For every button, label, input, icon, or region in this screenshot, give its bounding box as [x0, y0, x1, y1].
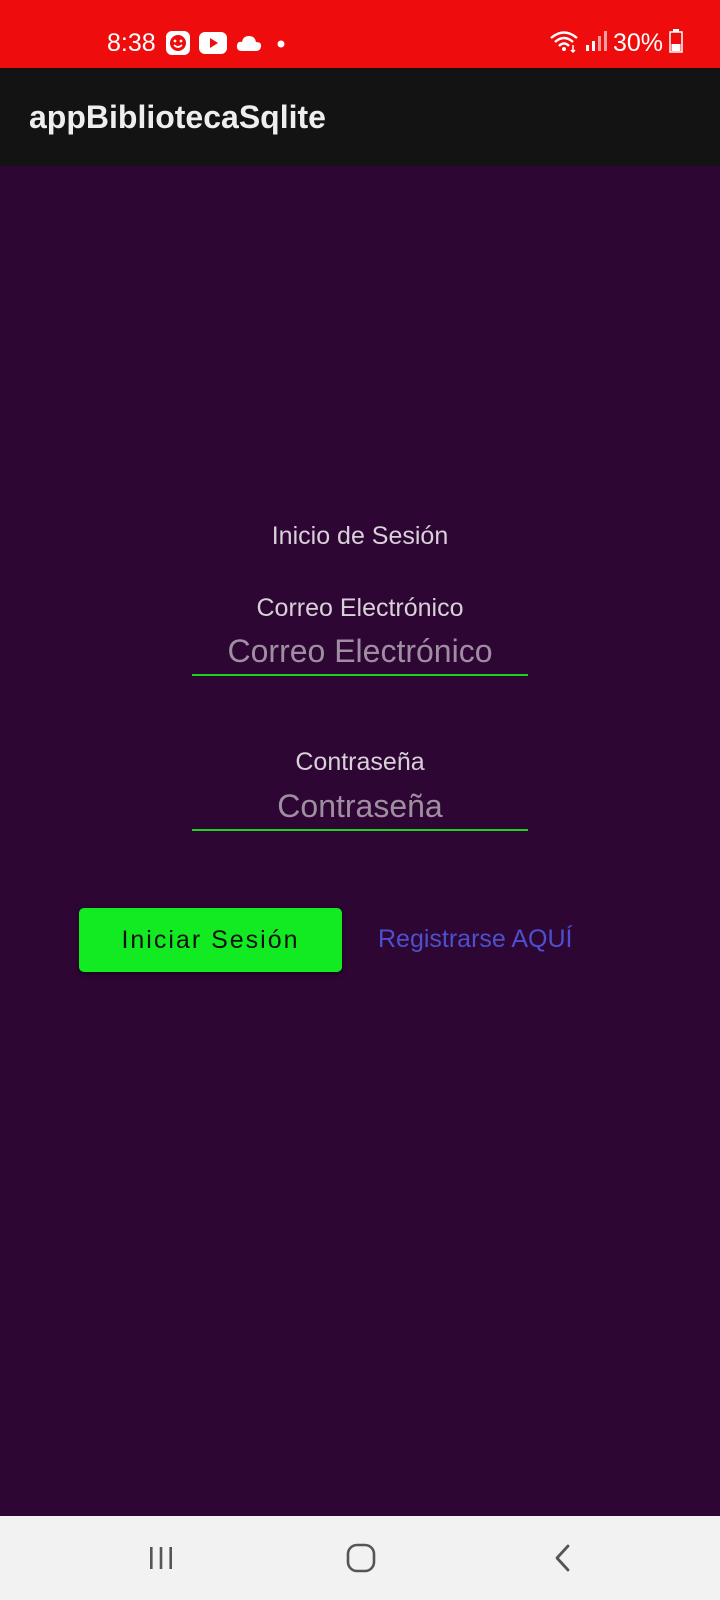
recent-apps-icon[interactable]: [141, 1538, 181, 1578]
wifi-icon: [549, 29, 579, 58]
signal-icon: [585, 30, 607, 57]
notification-icons: [166, 30, 291, 60]
password-field: [192, 783, 528, 831]
login-form: Inicio de Sesión Correo Electrónico Cont…: [0, 166, 720, 1516]
battery-percent: 30%: [612, 29, 663, 57]
login-button[interactable]: Iniciar Sesión: [79, 908, 342, 972]
home-icon[interactable]: [341, 1538, 381, 1578]
password-label: Contraseña: [295, 748, 425, 776]
system-icons: 30%: [549, 28, 683, 58]
email-input[interactable]: [192, 628, 528, 674]
navigation-bar: [0, 1516, 720, 1600]
email-field: [192, 628, 528, 676]
smiley-notification-icon: [166, 30, 190, 60]
dot-icon: [271, 36, 291, 54]
status-time: 8:38: [107, 29, 156, 57]
app-title: appBibliotecaSqlite: [29, 99, 326, 135]
app-bar: appBibliotecaSqlite: [0, 68, 720, 166]
register-link[interactable]: Registrarse AQUÍ: [378, 924, 573, 954]
cloud-icon: [236, 34, 262, 57]
password-input[interactable]: [192, 783, 528, 829]
email-label: Correo Electrónico: [256, 594, 464, 622]
status-bar: 8:38 30%: [0, 0, 720, 68]
back-icon[interactable]: [543, 1538, 583, 1578]
login-heading: Inicio de Sesión: [271, 522, 449, 550]
youtube-icon: [199, 31, 227, 59]
battery-icon: [669, 28, 683, 58]
